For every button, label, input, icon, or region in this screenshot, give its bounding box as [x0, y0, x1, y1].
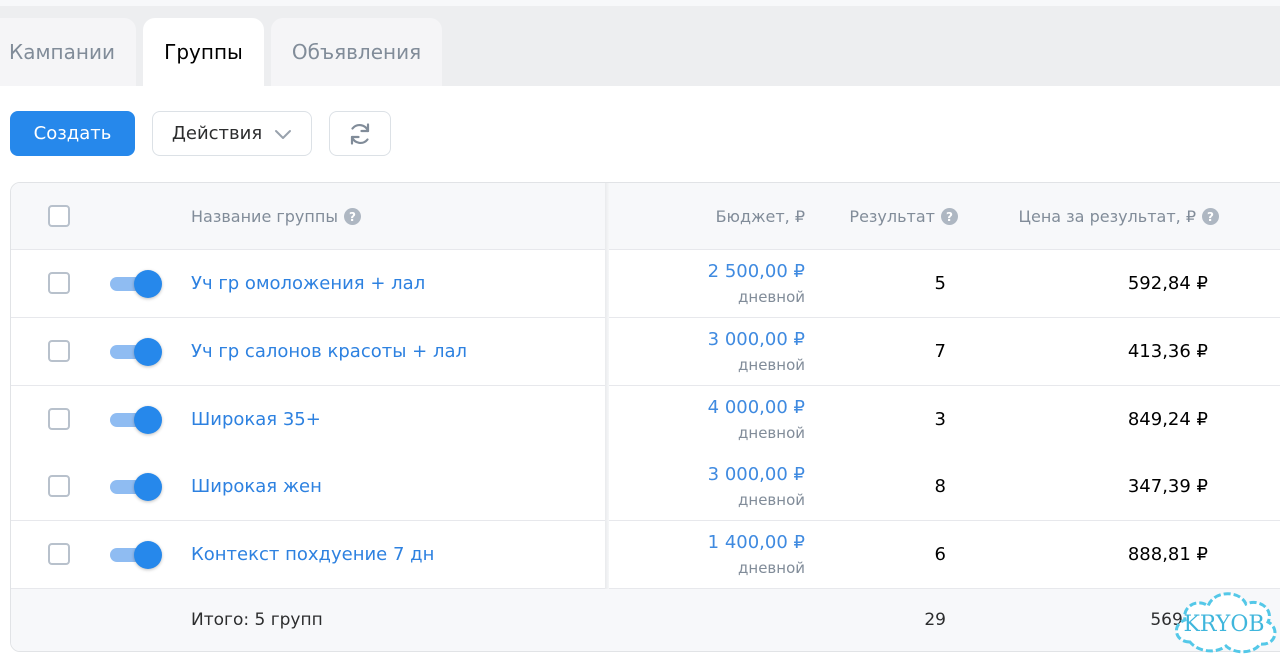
tab-campaigns[interactable]: Кампании — [0, 18, 136, 86]
group-name-link[interactable]: Уч гр омоложения + лал — [191, 273, 425, 294]
budget-amount[interactable]: 4 000,00 ₽ — [708, 397, 805, 418]
tab-groups[interactable]: Группы — [143, 18, 264, 86]
svg-text:KRYOB: KRYOB — [1183, 612, 1264, 637]
budget-type: дневной — [738, 288, 805, 306]
table-row: Уч гр салонов красоты + лал 3 000,00 ₽ д… — [11, 318, 1280, 386]
group-name-link[interactable]: Широкая 35+ — [191, 409, 321, 430]
groups-table: Название группы ? Бюджет, ₽ Результат ? … — [10, 182, 1280, 652]
budget-type: дневной — [738, 559, 805, 577]
budget-amount[interactable]: 3 000,00 ₽ — [708, 464, 805, 485]
refresh-icon — [350, 122, 370, 145]
budget-type: дневной — [738, 356, 805, 374]
total-label: Итого: 5 групп — [191, 610, 323, 630]
result-value: 5 — [934, 273, 946, 294]
table-row: Контекст похдуение 7 дн 1 400,00 ₽ дневн… — [11, 521, 1280, 589]
create-button[interactable]: Создать — [10, 111, 135, 156]
help-icon[interactable]: ? — [1202, 208, 1219, 225]
column-header-price[interactable]: Цена за результат, ₽ ? — [1019, 207, 1219, 226]
group-name-link[interactable]: Широкая жен — [191, 476, 322, 497]
group-name-link[interactable]: Контекст похдуение 7 дн — [191, 544, 434, 565]
select-all-checkbox[interactable] — [48, 205, 70, 227]
group-toggle[interactable] — [110, 338, 162, 366]
price-value: 592,84 ₽ — [1127, 273, 1208, 294]
budget-amount[interactable]: 3 000,00 ₽ — [708, 329, 805, 350]
group-name-link[interactable]: Уч гр салонов красоты + лал — [191, 341, 467, 362]
budget-amount[interactable]: 1 400,00 ₽ — [708, 532, 805, 553]
price-value: 413,36 ₽ — [1127, 341, 1208, 362]
group-toggle[interactable] — [110, 541, 162, 569]
column-divider — [605, 183, 609, 589]
price-value: 347,39 ₽ — [1127, 476, 1208, 497]
budget-type: дневной — [738, 491, 805, 509]
result-value: 8 — [934, 476, 946, 497]
result-value: 6 — [934, 544, 946, 565]
row-checkbox[interactable] — [48, 543, 70, 565]
tab-ads[interactable]: Объявления — [271, 18, 442, 86]
row-checkbox[interactable] — [48, 475, 70, 497]
price-value: 888,81 ₽ — [1127, 544, 1208, 565]
budget-type: дневной — [738, 424, 805, 442]
table-header: Название группы ? Бюджет, ₽ Результат ? … — [11, 183, 1280, 250]
price-value: 849,24 ₽ — [1127, 409, 1208, 430]
budget-amount[interactable]: 2 500,00 ₽ — [708, 261, 805, 282]
help-icon[interactable]: ? — [941, 208, 958, 225]
help-icon[interactable]: ? — [343, 208, 361, 225]
actions-dropdown[interactable]: Действия — [152, 111, 312, 156]
table-row: Широкая 35+ 4 000,00 ₽ дневной 3 849,24 … — [11, 386, 1280, 454]
group-toggle[interactable] — [110, 406, 162, 434]
row-checkbox[interactable] — [48, 340, 70, 362]
group-toggle[interactable] — [110, 270, 162, 298]
row-checkbox[interactable] — [48, 272, 70, 294]
table-row: Уч гр омоложения + лал 2 500,00 ₽ дневно… — [11, 250, 1280, 318]
total-result: 29 — [924, 610, 946, 630]
watermark-logo: KRYOB — [1175, 592, 1277, 654]
table-footer: Итого: 5 групп 29 569,5 — [11, 589, 1280, 651]
chevron-down-icon — [275, 129, 292, 139]
column-header-result[interactable]: Результат ? — [849, 207, 958, 226]
result-value: 7 — [934, 341, 946, 362]
table-row: Широкая жен 3 000,00 ₽ дневной 8 347,39 … — [11, 453, 1280, 521]
row-checkbox[interactable] — [48, 408, 70, 430]
column-header-budget[interactable]: Бюджет, ₽ — [716, 207, 805, 226]
column-header-name[interactable]: Название группы ? — [191, 207, 361, 226]
result-value: 3 — [934, 409, 946, 430]
refresh-button[interactable] — [329, 111, 391, 156]
group-toggle[interactable] — [110, 473, 162, 501]
